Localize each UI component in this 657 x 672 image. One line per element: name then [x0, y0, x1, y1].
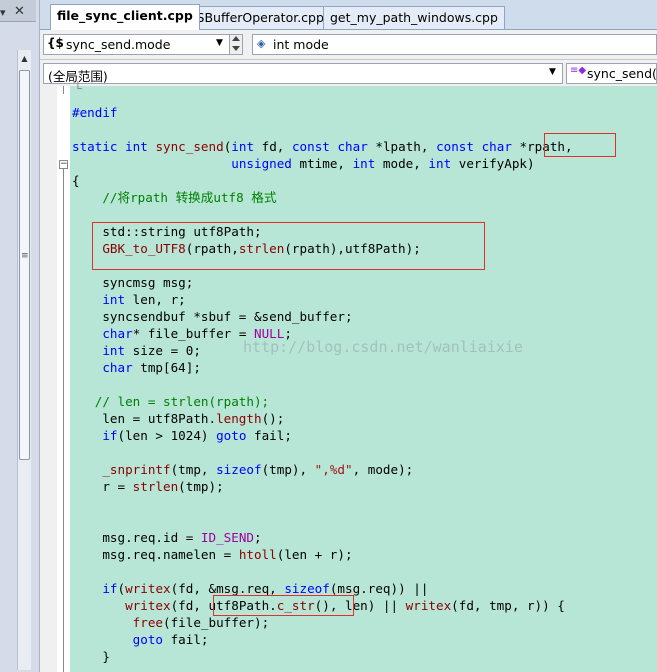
- function-combo[interactable]: ≡◆ sync_send(in: [566, 63, 657, 84]
- spin-down-icon[interactable]: [232, 46, 240, 51]
- chevron-down-icon[interactable]: ▼: [216, 38, 223, 48]
- document-tab-bar: file_sync_client.cpp IOSBufferOperator.c…: [40, 0, 657, 30]
- grip-icon: ≡: [21, 251, 29, 261]
- code-line[interactable]: syncmsg msg;: [72, 274, 193, 291]
- member-combo-value: int mode: [273, 37, 329, 52]
- tab-get-my-path-windows[interactable]: get_my_path_windows.cpp: [323, 6, 505, 29]
- code-line[interactable]: static int sync_send(int fd, const char …: [72, 138, 573, 155]
- highlight-rpath-param: [544, 133, 616, 157]
- code-line[interactable]: unsigned mtime, int mode, int verifyApk): [72, 155, 534, 172]
- code-line[interactable]: _snprintf(tmp, sizeof(tmp), ",%d", mode)…: [72, 461, 413, 478]
- collapse-icon[interactable]: −: [59, 160, 68, 169]
- class-combo[interactable]: {$ sync_send.mode ▼: [43, 34, 243, 55]
- code-line[interactable]: goto fail;: [72, 631, 209, 648]
- member-icon: ◈: [257, 37, 266, 50]
- code-line[interactable]: }: [72, 648, 110, 665]
- scope-combo[interactable]: (全局范围) ▼: [43, 63, 563, 84]
- spin-buttons[interactable]: [229, 34, 243, 55]
- code-line[interactable]: r = strlen(tmp);: [72, 478, 223, 495]
- pin-icon[interactable]: ▾: [0, 6, 6, 19]
- code-line[interactable]: len = utf8Path.length();: [72, 410, 284, 427]
- scope-bar: (全局范围) ▼ ≡◆ sync_send(in: [40, 60, 657, 86]
- struct-icon: {$: [47, 36, 64, 50]
- tab-file-sync-client[interactable]: file_sync_client.cpp: [50, 4, 200, 30]
- function-icon: ≡◆: [570, 65, 587, 76]
- fold-corner: └: [74, 81, 82, 96]
- highlight-utf8path-cstr: [213, 595, 354, 616]
- member-combo[interactable]: ◈ int mode: [252, 34, 657, 55]
- code-line[interactable]: int len, r;: [72, 291, 185, 308]
- code-line[interactable]: msg.req.namelen = htoll(len + r);: [72, 546, 352, 563]
- spin-up-icon[interactable]: [232, 36, 240, 41]
- code-text-area[interactable]: └ #endif static int sync_send(int fd, con…: [70, 81, 657, 672]
- watermark: http://blog.csdn.net/wanliaixie: [243, 338, 523, 356]
- indicator-margin: [40, 86, 57, 672]
- highlight-utf8-conversion: [92, 222, 485, 270]
- code-line[interactable]: free(file_buffer);: [72, 614, 270, 631]
- code-line[interactable]: msg.req.id = ID_SEND;: [72, 529, 261, 546]
- code-line[interactable]: int size = 0;: [72, 342, 201, 359]
- close-icon[interactable]: ✕: [14, 4, 25, 19]
- code-line[interactable]: #endif: [72, 104, 118, 121]
- code-line[interactable]: //将rpath 转换成utf8 格式: [72, 189, 276, 206]
- code-line[interactable]: char tmp[64];: [72, 359, 201, 376]
- scrollbar-thumb[interactable]: ≡: [19, 70, 30, 460]
- code-line[interactable]: if(len > 1024) goto fail;: [72, 427, 292, 444]
- code-line[interactable]: // len = strlen(rpath);: [72, 393, 269, 410]
- fold-line: [63, 169, 64, 672]
- outline-gutter: −: [57, 86, 70, 672]
- navigation-bar: {$ sync_send.mode ▼ ◈ int mode: [40, 30, 657, 60]
- solution-explorer-panel: ▾ ✕ ▲ ≡: [0, 0, 40, 672]
- code-line[interactable]: syncsendbuf *sbuf = &send_buffer;: [72, 308, 352, 325]
- code-line[interactable]: {: [72, 172, 80, 189]
- function-combo-value: sync_send(in: [587, 66, 657, 81]
- scroll-up-icon[interactable]: ▲: [18, 54, 31, 64]
- panel-scrollbar[interactable]: ▲ ≡: [17, 50, 31, 670]
- fold-line: [63, 86, 64, 94]
- code-editor[interactable]: − └ #endif static int sync_send(int fd, c…: [40, 81, 657, 672]
- chevron-down-icon[interactable]: ▼: [549, 67, 556, 77]
- class-combo-value: sync_send.mode: [66, 37, 171, 52]
